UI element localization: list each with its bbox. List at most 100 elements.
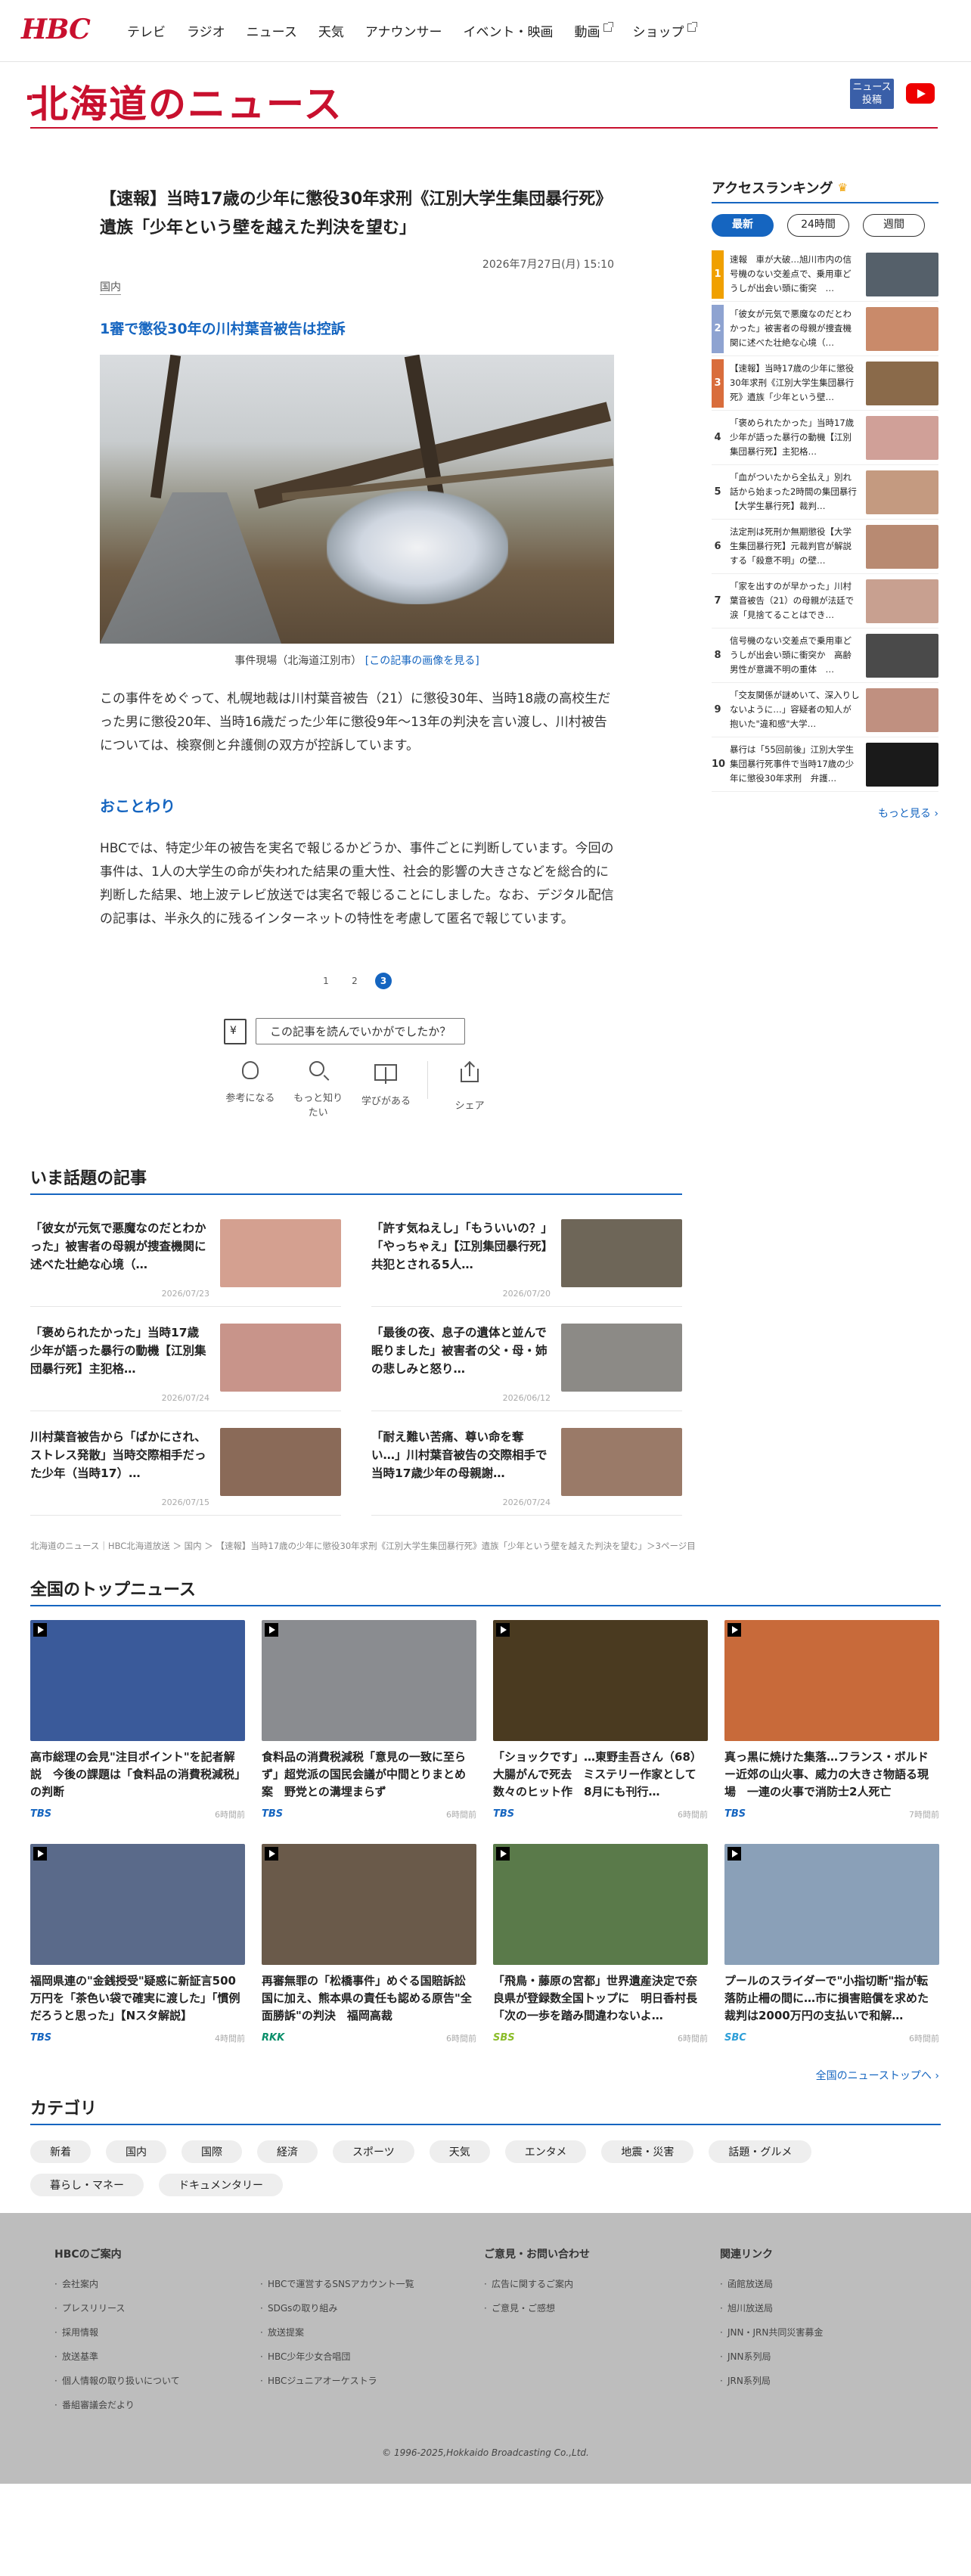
page-1-button[interactable]: 1 <box>318 973 334 989</box>
national-news-card[interactable]: 「飛鳥・藤原の宮都」世界遺産決定で奈良県が登録数全国トップに 明日香村長「次の一… <box>493 1844 708 2068</box>
ranking-thumbnail <box>866 361 938 405</box>
trending-date: 2026/07/15 <box>161 1497 209 1507</box>
nav-item[interactable]: 天気 <box>308 21 355 40</box>
ranking-item[interactable]: 6 法定刑は死刑か無期懲役【大学生集団暴行死】元裁判官が解説する「殺意不明」の壁… <box>712 520 938 574</box>
category-chip[interactable]: ドキュメンタリー <box>159 2174 283 2196</box>
breadcrumb[interactable]: 北海道のニュース｜HBC北海道放送 ＞ 国内 ＞ 【速報】当時17歳の少年に懲役… <box>30 1540 945 1552</box>
trending-article[interactable]: 「許す気ねえし」「もういいの？」「やっちゃえ」【江別集団暴行死】共犯とされる5人… <box>371 1219 682 1307</box>
footer-link[interactable]: 会社案内 <box>54 2272 180 2296</box>
trending-headline: 「彼女が元気で悪魔なのだとわかった」被害者の母親が捜査機関に述べた壮絶な心境（… <box>30 1221 206 1271</box>
ranking-item[interactable]: 3 【速報】当時17歳の少年に懲役30年求刑《江別大学生集団暴行死》遺族「少年とい… <box>712 356 938 411</box>
trending-article[interactable]: 「褒められたかった」当時17歳少年が語った暴行の動機【江別集団暴行死】主犯格… 2… <box>30 1324 341 1411</box>
footer-column-heading: ご意見・お問い合わせ <box>484 2249 590 2261</box>
trending-article[interactable]: 「耐え難い苦痛、尊い命を奪い…」川村葉音被告の交際相手で当時17歳少年の母親謝…… <box>371 1428 682 1516</box>
footer-link[interactable]: 番組審議会だより <box>54 2393 180 2417</box>
national-more-link[interactable]: 全国のニューストップへ › <box>816 2068 939 2083</box>
ranking-item[interactable]: 5 「血がついたから全払え」別れ話から始まった2時間の集団暴行【大学生暴行死】裁判… <box>712 465 938 520</box>
feedback-button[interactable]: シェア <box>443 1061 496 1119</box>
national-thumbnail <box>724 1620 939 1741</box>
footer-link[interactable]: 採用情報 <box>54 2320 180 2345</box>
category-chip[interactable]: 暮らし・マネー <box>30 2174 144 2196</box>
national-meta: TBS 6時間前 <box>30 1808 245 1820</box>
nav-item[interactable]: イベント・映画 <box>453 21 564 40</box>
footer-link[interactable]: JNN・JRN共同災害募金 <box>720 2320 823 2345</box>
hbc-logo[interactable]: HBC <box>21 14 91 45</box>
article-photo[interactable] <box>100 355 614 644</box>
footer-link[interactable]: 個人情報の取り扱いについて <box>54 2369 180 2393</box>
footer-link[interactable]: 旭川放送局 <box>720 2296 823 2320</box>
ranking-tab[interactable]: 最新 <box>712 214 774 237</box>
youtube-icon[interactable] <box>906 83 935 104</box>
caption-text: 事件現場（北海道江別市） <box>234 655 362 667</box>
category-chip[interactable]: 話題・グルメ <box>709 2140 812 2163</box>
trending-article[interactable]: 「彼女が元気で悪魔なのだとわかった」被害者の母親が捜査機関に述べた壮絶な心境（…… <box>30 1219 341 1307</box>
nav-item[interactable]: 動画 <box>564 21 622 40</box>
footer-link[interactable]: 放送基準 <box>54 2345 180 2369</box>
category-chip[interactable]: 経済 <box>257 2140 318 2163</box>
national-time: 6時間前 <box>678 1810 708 1820</box>
footer-link[interactable]: 広告に関するご案内 <box>484 2272 590 2296</box>
national-more-label: 全国のニューストップへ <box>815 2070 932 2082</box>
footer-column-heading: HBCのご案内 <box>54 2249 122 2261</box>
feedback-button[interactable]: もっと知りたい <box>292 1061 345 1119</box>
category-chip[interactable]: 新着 <box>30 2140 91 2163</box>
ranking-item-text: 信号機のない交差点で乗用車どうしが出会い頭に衝突か 高齢男性が意識不明の重体 … <box>730 635 852 675</box>
trending-article[interactable]: 川村葉音被告から「ばかにされ、ストレス発散」当時交際相手だった少年（当時17）…… <box>30 1428 341 1516</box>
ranking-tab[interactable]: 24時間 <box>787 214 849 237</box>
ranking-item[interactable]: 10 暴行は「55回前後」江別大学生集団暴行死事件で当時17歳の少年に懲役30年求… <box>712 737 938 792</box>
national-news-card[interactable]: 再審無罪の「松橋事件」めぐる国賠訴訟 国に加え、熊本県の責任も認める原告"全面勝… <box>262 1844 476 2068</box>
category-chip[interactable]: 天気 <box>429 2140 490 2163</box>
footer-link[interactable]: JRN系列局 <box>720 2369 823 2393</box>
category-chip[interactable]: スポーツ <box>333 2140 414 2163</box>
feedback-button[interactable]: 参考になる <box>224 1061 277 1119</box>
national-time: 6時間前 <box>678 2034 708 2044</box>
page-3-button[interactable]: 3 <box>375 973 392 989</box>
category-chip[interactable]: 地震・災害 <box>601 2140 694 2163</box>
nav-item[interactable]: アナウンサー <box>355 21 453 40</box>
footer-link[interactable]: HBC少年少女合唱団 <box>260 2345 414 2369</box>
footer-link[interactable]: SDGsの取り組み <box>260 2296 414 2320</box>
footer-link[interactable]: HBCで運営するSNSアカウント一覧 <box>260 2272 414 2296</box>
footer-link[interactable]: ご意見・ご感想 <box>484 2296 590 2320</box>
footer-link[interactable]: 函館放送局 <box>720 2272 823 2296</box>
nav-item[interactable]: ラジオ <box>176 21 236 40</box>
national-news-card[interactable]: 食料品の消費税減税「意見の一致に至らず」超党派の国民会議が中間とりまとめ案 野党… <box>262 1620 476 1844</box>
category-chip[interactable]: エンタメ <box>504 2140 587 2163</box>
footer-link[interactable]: プレスリリース <box>54 2296 180 2320</box>
footer-link[interactable]: HBCジュニアオーケストラ <box>260 2369 414 2393</box>
nav-item[interactable]: テレビ <box>116 21 176 40</box>
feedback-button[interactable]: 学びがある <box>360 1061 413 1119</box>
article-title: 【速報】当時17歳の少年に懲役30年求刑《江別大学生集団暴行死》遺族「少年という… <box>100 190 613 237</box>
ranking-number: 7 <box>714 594 721 607</box>
ranking-tabs: 最新 24時間 週間 <box>712 214 938 237</box>
ranking-tab[interactable]: 週間 <box>863 214 925 237</box>
page-title[interactable]: 北海道のニュース <box>30 74 343 129</box>
national-news-card[interactable]: 「ショックです」…東野圭吾さん（68）大腸がんで死去 ミステリー作家として数々の… <box>493 1620 708 1844</box>
nav-item[interactable]: ショップ <box>622 21 706 40</box>
ranking-header: アクセスランキング ♛ <box>712 178 938 203</box>
view-images-link[interactable]: [この記事の画像を見る] <box>365 655 479 667</box>
ranking-more-link[interactable]: もっと見る › <box>712 805 938 821</box>
nav-item[interactable]: ニュース <box>236 21 308 40</box>
ranking-item[interactable]: 8 信号機のない交差点で乗用車どうしが出会い頭に衝突か 高齢男性が意識不明の重体 … <box>712 628 938 683</box>
national-news-card[interactable]: 真っ黒に焼けた集落…フランス・ボルドー近郊の山火事、威力の大きさ物語る現場 一連… <box>724 1620 939 1844</box>
category-chip[interactable]: 国内 <box>106 2140 166 2163</box>
page-2-button[interactable]: 2 <box>346 973 363 989</box>
national-news-card[interactable]: 高市総理の会見"注目ポイント"を記者解説 今後の課題は「食料品の消費税減税」の判… <box>30 1620 245 1844</box>
news-post-button[interactable]: ニュース 投稿 <box>850 79 894 109</box>
national-news-card[interactable]: プールのスライダーで"小指切断"指が転落防止柵の間に…市に損害賠償を求めた裁判は… <box>724 1844 939 2068</box>
national-meta: TBS 6時間前 <box>262 1808 476 1820</box>
ranking-item[interactable]: 4 「褒められたかった」当時17歳少年が語った暴行の動機【江別集団暴行死】主犯格… <box>712 411 938 465</box>
article-category-link[interactable]: 国内 <box>100 279 121 295</box>
footer-link[interactable]: 放送提案 <box>260 2320 414 2345</box>
ranking-thumbnail <box>866 470 938 514</box>
trending-article[interactable]: 「最後の夜、息子の遺体と並んで眠りました」被害者の父・母・姉の悲しみと怒り… 20… <box>371 1324 682 1411</box>
ranking-title: アクセスランキング <box>712 181 833 197</box>
footer-link[interactable]: JNN系列局 <box>720 2345 823 2369</box>
ranking-item[interactable]: 7 「家を出すのが早かった」川村葉音被告（21）の母親が法廷で涙「見捨てることはで… <box>712 574 938 628</box>
ranking-item[interactable]: 2 「彼女が元気で悪魔なのだとわかった」被害者の母親が捜査機関に述べた壮絶な心境（… <box>712 302 938 356</box>
category-chip[interactable]: 国際 <box>181 2140 242 2163</box>
ranking-item[interactable]: 9 「交友関係が謎めいて、深入りしないように…」容疑者の知人が抱いた"違和感"大学… <box>712 683 938 737</box>
ranking-item[interactable]: 1 速報 車が大破…旭川市内の信号機のない交差点で、乗用車どうしが出会い頭に衝突 … <box>712 247 938 302</box>
national-news-card[interactable]: 福岡県連の"金銭授受"疑惑に新証言500万円を「茶色い袋で確実に渡した」「慣例だ… <box>30 1844 245 2068</box>
